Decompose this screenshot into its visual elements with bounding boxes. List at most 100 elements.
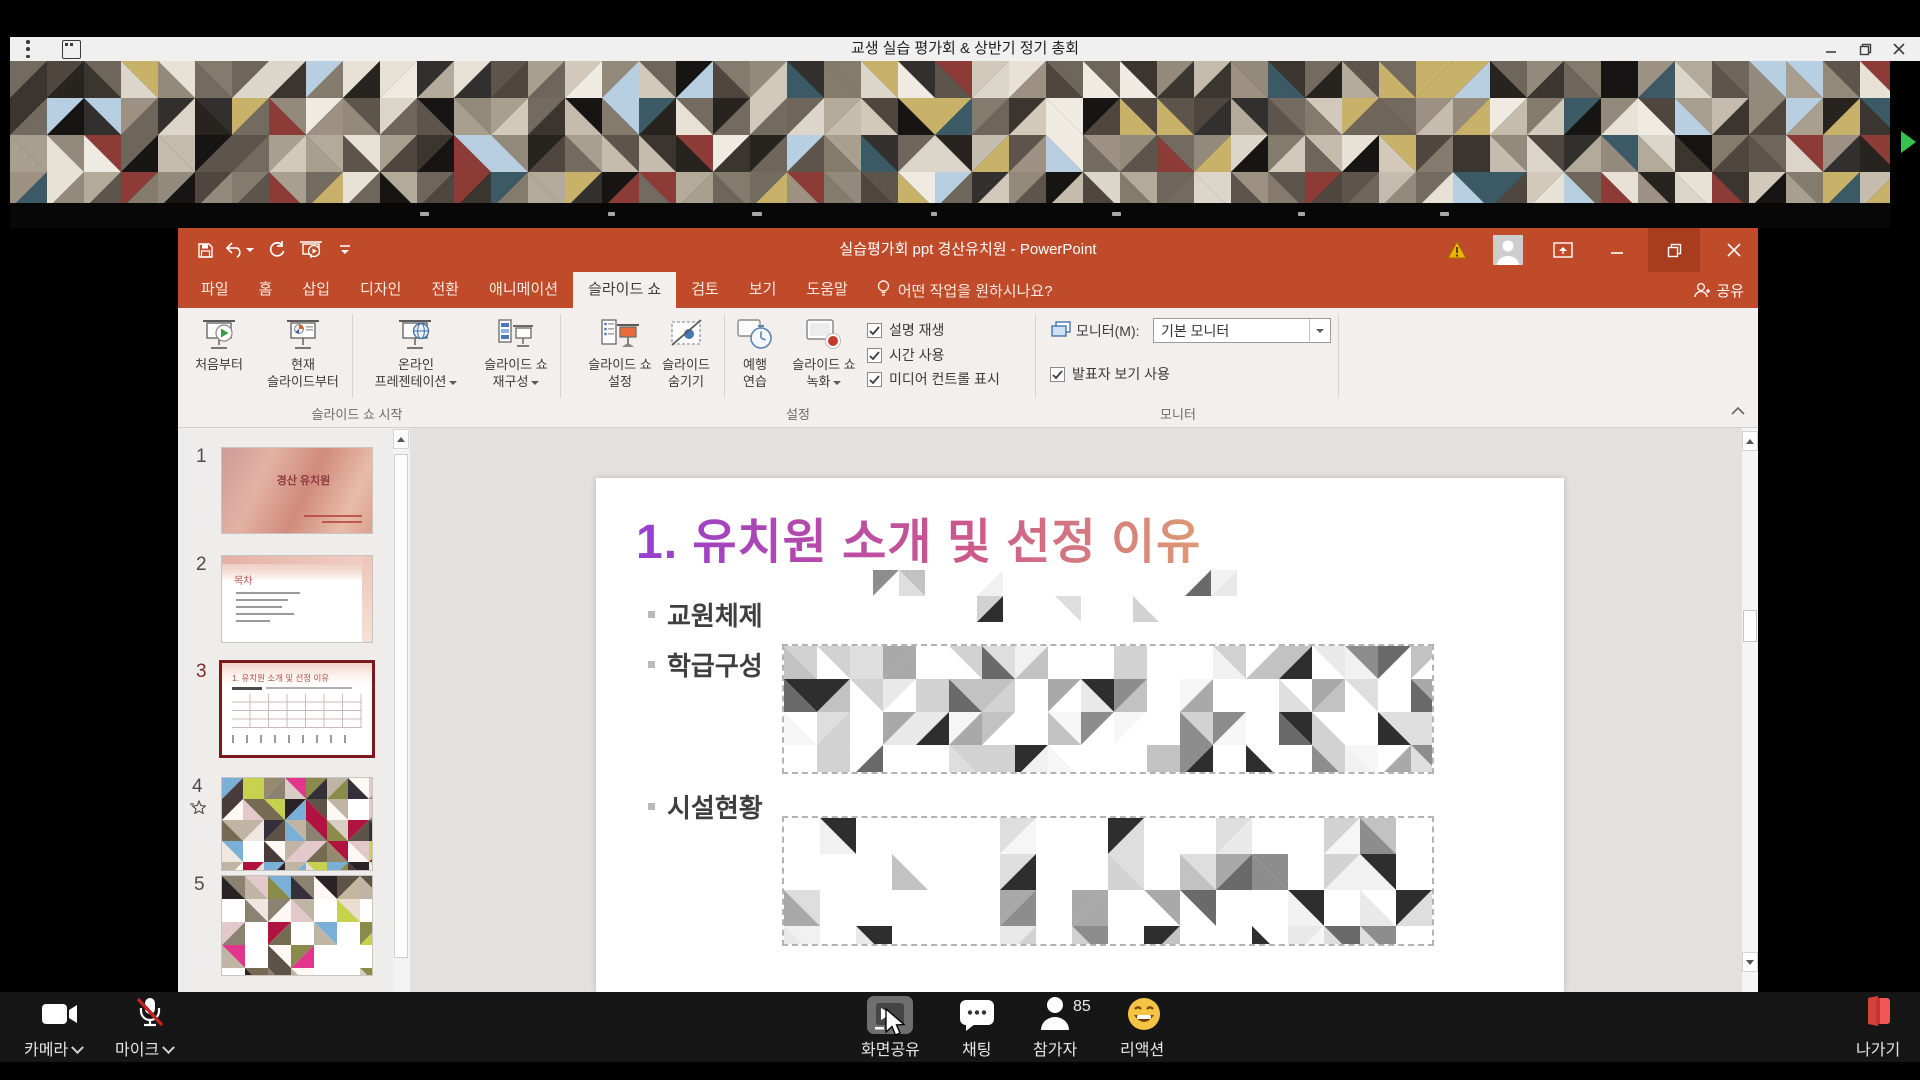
leave-door-icon[interactable] (1862, 996, 1894, 1035)
tab-design[interactable]: 디자인 (345, 272, 416, 308)
tab-transitions[interactable]: 전환 (416, 272, 474, 308)
powerpoint-title-bar[interactable]: 실습평가회 ppt 경산유치원 - PowerPoint (178, 228, 1758, 272)
ribbon-slideshow: 처음부터 현재 슬라이드부터 온라인 프레젠테이션 슬라이드 쇼 재구성 (178, 308, 1758, 428)
checkbox-use-timings[interactable]: 시간 사용 (867, 345, 944, 365)
slide-number-selected: 3 (196, 661, 207, 683)
censored-text-fragments (821, 570, 1401, 622)
from-beginning-button[interactable]: 처음부터 (184, 312, 254, 373)
rehearse-timings-button[interactable]: 예행 연습 (730, 312, 780, 390)
scrollbar-thumb[interactable] (1743, 610, 1757, 642)
monitor-field-label: 모니터(M): (1076, 321, 1140, 341)
mouse-cursor (884, 1008, 908, 1043)
thumbnail-scrollbar[interactable] (393, 428, 410, 992)
dropdown-caret-icon (449, 381, 457, 385)
conference-toolbar: 카메라 마이크 화면공유 채팅 85 참가자 리액션 나가기 (0, 992, 1920, 1062)
tab-home[interactable]: 홈 (244, 272, 288, 308)
custom-slideshow-button[interactable]: 슬라이드 쇼 재구성 (474, 312, 558, 390)
present-online-button[interactable]: 온라인 프레젠테이션 (360, 312, 472, 390)
slide-number: 1 (196, 446, 207, 468)
tell-me-search[interactable]: 어떤 작업을 원하시나요? (863, 272, 1067, 308)
collapse-ribbon-button[interactable] (1730, 404, 1748, 418)
close-button[interactable] (1718, 228, 1750, 272)
tab-insert[interactable]: 삽입 (287, 272, 345, 308)
group-label-settings: 설정 (738, 404, 858, 423)
camera-icon[interactable] (42, 1002, 78, 1031)
restore-button[interactable] (1648, 228, 1700, 272)
slide-thumbnail-5-pixelated[interactable] (222, 876, 372, 975)
video-strip-lower-band (10, 203, 1890, 228)
slide-thumbnail-4-pixelated[interactable] (222, 778, 372, 870)
monitor-select[interactable]: 기본 모니터 (1153, 318, 1331, 343)
from-current-slide-button[interactable]: 현재 슬라이드부터 (256, 312, 350, 390)
mic-button[interactable]: 마이크 (115, 1036, 173, 1060)
powerpoint-window: 실습평가회 ppt 경산유치원 - PowerPoint 파일 홈 삽입 디자인… (178, 228, 1758, 992)
tab-review[interactable]: 검토 (676, 272, 734, 308)
checkbox-use-presenter-view[interactable]: 발표자 보기 사용 (1050, 364, 1170, 384)
tab-slideshow[interactable]: 슬라이드 쇼 (573, 272, 676, 308)
scrollbar-thumb[interactable] (394, 454, 408, 958)
workspace: 1 경산 유치원 2 목차 3 (178, 428, 1758, 992)
select-caret-icon[interactable] (1309, 319, 1330, 342)
scroll-up-button[interactable] (393, 429, 409, 449)
reactions-emoji-icon[interactable] (1126, 996, 1162, 1037)
from-beginning-icon (184, 312, 254, 352)
tab-view[interactable]: 보기 (734, 272, 792, 308)
warning-icon[interactable] (1444, 228, 1470, 272)
chevron-down-icon (162, 1041, 175, 1054)
scroll-down-button[interactable] (1742, 952, 1758, 972)
bullet-class-composition: 학급구성 (648, 646, 763, 683)
from-current-slide-icon (256, 312, 350, 352)
hide-slide-icon (652, 312, 720, 352)
participants-button[interactable]: 참가자 (1033, 1036, 1077, 1060)
rehearse-timings-icon (730, 312, 780, 352)
tab-animations[interactable]: 애니메이션 (474, 272, 573, 308)
custom-slideshow-icon (474, 312, 558, 352)
slide-number: 2 (196, 554, 207, 576)
dropdown-caret-icon (833, 381, 841, 385)
censored-region-facility-table[interactable] (782, 816, 1434, 946)
editor-scrollbar[interactable] (1742, 428, 1758, 992)
leave-button[interactable]: 나가기 (1856, 1036, 1900, 1060)
minimize-button[interactable] (1602, 228, 1632, 272)
tab-file[interactable]: 파일 (186, 272, 244, 308)
restore-window-button[interactable] (1848, 37, 1882, 61)
tab-help[interactable]: 도움말 (791, 272, 862, 308)
checkbox-checked-icon (867, 372, 882, 387)
hide-slide-button[interactable]: 슬라이드 숨기기 (652, 312, 720, 390)
slide-thumbnail-3-selected[interactable]: 1. 유치원 소개 및 선정 이유 (222, 663, 372, 755)
slide-number: 5 (194, 874, 205, 896)
reactions-button[interactable]: 리액션 (1120, 1036, 1164, 1060)
slide-thumbnail-2[interactable]: 목차 (222, 556, 372, 642)
animation-indicator-icon (190, 800, 206, 819)
checkbox-checked-icon (867, 323, 882, 338)
ribbon-display-options-icon[interactable] (1548, 228, 1578, 272)
share-button[interactable]: 공유 (1694, 272, 1744, 308)
censored-region-class-table[interactable] (782, 644, 1434, 774)
camera-button[interactable]: 카메라 (24, 1036, 82, 1060)
minimize-window-button[interactable] (1814, 37, 1848, 61)
mic-muted-icon[interactable] (133, 998, 167, 1033)
checkbox-show-media-controls[interactable]: 미디어 컨트롤 표시 (867, 369, 1000, 389)
participants-icon[interactable] (1041, 996, 1071, 1035)
close-window-button[interactable] (1882, 37, 1916, 61)
expand-panel-arrow-icon[interactable] (1901, 131, 1916, 153)
bullet-dot (648, 661, 655, 668)
chat-button[interactable]: 채팅 (962, 1036, 991, 1060)
bullet-facility-status: 시설현황 (648, 788, 763, 825)
chevron-down-icon (71, 1041, 84, 1054)
conference-title: 교생 실습 평가회 & 상반기 정기 총회 (10, 37, 1920, 61)
slide-canvas[interactable]: 1. 유치원 소개 및 선정 이유 교원체제 학급구성 시설현황 (596, 478, 1564, 992)
user-avatar[interactable] (1492, 228, 1524, 272)
slide-thumbnail-1[interactable]: 경산 유치원 (222, 448, 372, 533)
checkbox-play-narrations[interactable]: 설명 재생 (867, 320, 944, 340)
participant-count-badge: 85 (1073, 998, 1091, 1016)
bullet-dot (648, 803, 655, 810)
participant-videos-pixelated[interactable] (10, 61, 1890, 203)
chat-icon[interactable] (958, 998, 996, 1037)
record-slideshow-button[interactable]: 슬라이드 쇼 녹화 (780, 312, 868, 390)
group-label-monitor: 모니터 (1118, 404, 1238, 423)
scroll-up-button[interactable] (1742, 431, 1758, 451)
slide-title: 1. 유치원 소개 및 선정 이유 (636, 502, 1201, 572)
bullet-teacher-system: 교원체제 (648, 596, 763, 633)
share-person-icon (1694, 282, 1710, 298)
